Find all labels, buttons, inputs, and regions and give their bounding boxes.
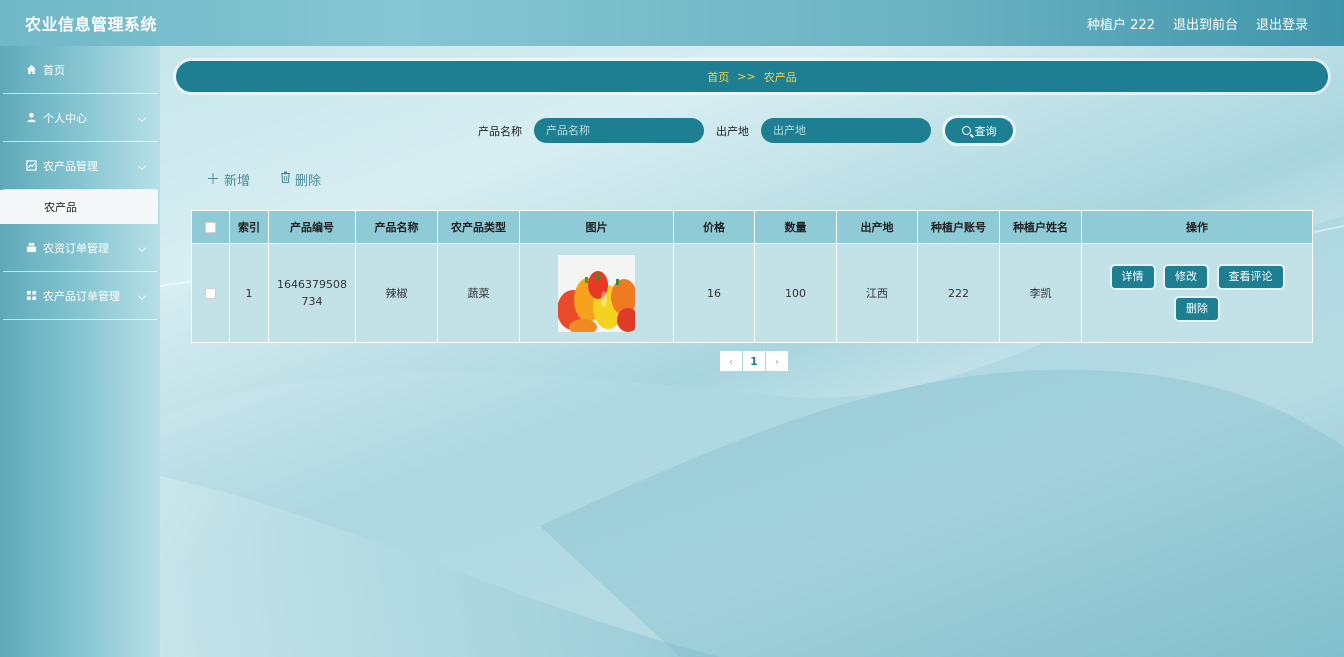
column-header: 数量 [754, 210, 837, 244]
product-table: 索引 产品编号 产品名称 农产品类型 图片 价格 数量 出产地 种植户账号 种植… [191, 210, 1313, 343]
column-header: 价格 [673, 210, 755, 244]
sidebar-item-product-management[interactable]: 农产品管理 [3, 142, 157, 190]
column-header: 种植户账号 [917, 210, 1000, 244]
trash-icon [280, 171, 291, 187]
cell-index: 1 [229, 243, 269, 343]
breadcrumb-home[interactable]: 首页 [707, 69, 729, 85]
chevron-down-icon [137, 291, 147, 301]
edit-button[interactable]: 修改 [1165, 266, 1207, 288]
cell-operations: 详情 修改 查看评论 删除 [1081, 243, 1313, 343]
sidebar-item-label: 农产品管理 [43, 159, 98, 173]
sidebar-item-label: 个人中心 [43, 111, 87, 125]
sidebar-item-label: 农产品订单管理 [43, 289, 120, 303]
next-page-button[interactable]: › [766, 351, 788, 371]
row-delete-button[interactable]: 删除 [1176, 298, 1218, 320]
header-actions: 种植户 222 退出到前台 退出登录 [1069, 14, 1308, 33]
column-header: 操作 [1081, 210, 1313, 244]
front-page-link[interactable]: 退出到前台 [1173, 14, 1238, 33]
cell-product-code: 1646379508734 [268, 243, 356, 343]
cell-farmer-name: 李凯 [999, 243, 1082, 343]
current-user: 种植户 222 [1087, 17, 1155, 33]
pagination: ‹ 1 › [720, 351, 789, 371]
product-code-text: 1646379508734 [277, 278, 347, 308]
search-icon [961, 126, 971, 135]
column-header: 索引 [229, 210, 269, 244]
search-button[interactable]: 查询 [945, 118, 1013, 143]
product-name-label: 产品名称 [478, 124, 522, 138]
chart-icon [25, 160, 37, 172]
cell-origin: 江西 [836, 243, 918, 343]
cell-farmer-account: 222 [917, 243, 1000, 343]
sidebar-item-label: 农资订单管理 [43, 241, 109, 255]
chevron-down-icon [137, 161, 147, 171]
search-button-label: 查询 [974, 124, 997, 138]
sidebar: 首页 个人中心 农产品管理 农产品 农资订单管理 农产品订单管理 [0, 46, 160, 657]
delete-button-label: 删除 [295, 173, 322, 189]
search-bar: 产品名称 出产地 查询 [478, 118, 1013, 143]
row-checkbox[interactable] [205, 288, 216, 299]
table-header-row: 索引 产品编号 产品名称 农产品类型 图片 价格 数量 出产地 种植户账号 种植… [191, 210, 1313, 244]
column-header: 出产地 [836, 210, 918, 244]
column-header: 产品编号 [268, 210, 356, 244]
add-button-label: 新增 [224, 173, 251, 189]
top-header: 农业信息管理系统 种植户 222 退出到前台 退出登录 [0, 0, 1344, 46]
origin-input[interactable] [761, 118, 931, 143]
column-header: 图片 [519, 210, 674, 244]
detail-button[interactable]: 详情 [1111, 266, 1154, 288]
cell-product-type: 蔬菜 [437, 243, 520, 343]
sidebar-item-personal-center[interactable]: 个人中心 [3, 94, 157, 142]
table-row: 1 1646379508734 辣椒 蔬菜 16 100 江西 222 李凯 详… [191, 243, 1313, 343]
column-header: 产品名称 [355, 210, 438, 244]
sidebar-item-home[interactable]: 首页 [3, 46, 157, 94]
chevron-down-icon [137, 113, 147, 123]
batch-delete-button[interactable]: 删除 [280, 169, 321, 189]
view-comments-button[interactable]: 查看评论 [1218, 266, 1283, 288]
sidebar-item-product-orders[interactable]: 农产品订单管理 [3, 272, 157, 320]
product-name-input[interactable] [534, 118, 704, 143]
page-number[interactable]: 1 [743, 351, 765, 371]
grid-icon [25, 290, 37, 302]
select-all-checkbox[interactable] [205, 222, 216, 233]
cell-product-name: 辣椒 [355, 243, 438, 343]
cell-price: 16 [673, 243, 755, 343]
select-all-cell [191, 210, 230, 244]
origin-label: 出产地 [716, 124, 749, 138]
sidebar-subitem-products[interactable]: 农产品 [0, 190, 158, 224]
add-button[interactable]: ＋ 新增 [206, 169, 250, 189]
chevron-down-icon [137, 243, 147, 253]
column-header: 农产品类型 [437, 210, 520, 244]
sidebar-item-supply-orders[interactable]: 农资订单管理 [3, 224, 157, 272]
prev-page-button[interactable]: ‹ [720, 351, 742, 371]
app-title: 农业信息管理系统 [25, 15, 158, 34]
home-icon [25, 64, 37, 76]
breadcrumb: 首页 >> 农产品 [176, 61, 1328, 92]
sidebar-item-label: 首页 [43, 63, 65, 77]
toolbar: ＋ 新增 删除 [206, 169, 351, 189]
logout-link[interactable]: 退出登录 [1256, 14, 1308, 33]
user-icon [25, 112, 37, 124]
stack-icon [25, 242, 37, 254]
product-image[interactable] [557, 254, 639, 335]
row-select-cell [191, 243, 230, 343]
cell-quantity: 100 [754, 243, 837, 343]
breadcrumb-separator: >> [737, 70, 756, 83]
breadcrumb-current: 农产品 [763, 70, 797, 84]
cell-image [519, 243, 674, 343]
column-header: 种植户姓名 [999, 210, 1082, 244]
plus-icon: ＋ [206, 172, 220, 188]
